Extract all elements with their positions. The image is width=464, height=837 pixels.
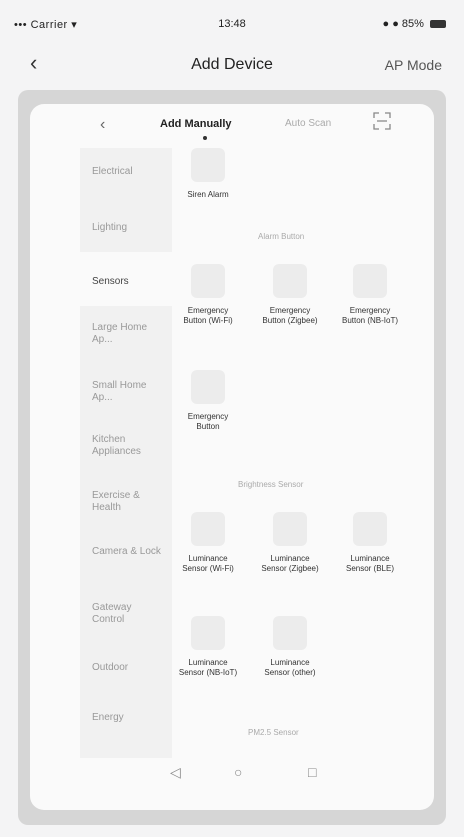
emergency-button-icon	[273, 264, 307, 298]
battery-icon	[430, 20, 446, 29]
device-luminance-sensor-ble[interactable]: Luminance Sensor (BLE)	[338, 512, 402, 574]
device-emergency-button[interactable]: Emergency Button	[176, 370, 240, 432]
device-luminance-sensor-nbiot[interactable]: Luminance Sensor (NB-IoT)	[176, 616, 240, 678]
panel-back-icon[interactable]: ‹	[100, 116, 105, 134]
tab-add-manually[interactable]: Add Manually	[160, 118, 232, 130]
ap-mode-button[interactable]: AP Mode	[385, 57, 442, 73]
nav-home-icon[interactable]: ○	[234, 764, 248, 780]
battery-label: ● ● 85%	[382, 18, 424, 30]
nav-recent-icon[interactable]: □	[308, 764, 322, 780]
emergency-button-icon	[353, 264, 387, 298]
sidebar-item-camera-lock[interactable]: Camera & Lock	[92, 546, 162, 558]
system-nav-bar: ◁ ○ □	[30, 764, 434, 792]
nav-back-icon[interactable]: ◁	[170, 764, 184, 780]
device-label: Emergency Button (NB-IoT)	[341, 306, 398, 325]
luminance-sensor-icon	[191, 512, 225, 546]
tab-auto-scan[interactable]: Auto Scan	[285, 118, 331, 129]
device-label: Emergency Button (Wi-Fi)	[183, 306, 233, 325]
device-label: Luminance Sensor (NB-IoT)	[178, 658, 238, 677]
sidebar-item-small-home-appliances[interactable]: Small Home Ap...	[92, 380, 162, 404]
device-label: Emergency Button (Zigbee)	[262, 306, 318, 325]
device-label: Luminance Sensor (Zigbee)	[261, 554, 319, 573]
emergency-button-icon	[191, 370, 225, 404]
section-title-brightness-sensor: Brightness Sensor	[238, 480, 304, 489]
sidebar-item-lighting[interactable]: Lighting	[92, 222, 172, 234]
device-label: Luminance Sensor (Wi-Fi)	[182, 554, 234, 573]
section-title-alarm-button: Alarm Button	[258, 232, 305, 241]
luminance-sensor-icon	[353, 512, 387, 546]
device-panel: ‹ Add Manually Auto Scan Electrical Ligh…	[30, 104, 434, 810]
luminance-sensor-icon	[273, 512, 307, 546]
sidebar-item-electrical[interactable]: Electrical	[92, 166, 172, 178]
nav-bar: ‹ Add Device AP Mode	[0, 44, 464, 84]
siren-alarm-icon	[191, 148, 225, 182]
luminance-sensor-icon	[191, 616, 225, 650]
scan-icon[interactable]	[373, 112, 391, 130]
sidebar-item-outdoor[interactable]: Outdoor	[92, 662, 172, 674]
device-emergency-button-wifi[interactable]: Emergency Button (Wi-Fi)	[176, 264, 240, 326]
device-label: Luminance Sensor (other)	[264, 658, 316, 677]
device-luminance-sensor-zigbee[interactable]: Luminance Sensor (Zigbee)	[258, 512, 322, 574]
device-luminance-sensor-other[interactable]: Luminance Sensor (other)	[258, 616, 322, 678]
device-siren-alarm[interactable]: Siren Alarm	[176, 148, 240, 200]
luminance-sensor-icon	[273, 616, 307, 650]
sidebar-item-gateway-control[interactable]: Gateway Control	[92, 602, 162, 626]
sidebar-item-exercise-health[interactable]: Exercise & Health	[92, 490, 162, 514]
device-luminance-sensor-wifi[interactable]: Luminance Sensor (Wi-Fi)	[176, 512, 240, 574]
battery-indicator: ● ● 85%	[383, 18, 446, 30]
device-label: Siren Alarm	[187, 190, 229, 199]
sidebar-item-large-home-appliances[interactable]: Large Home Ap...	[92, 322, 162, 346]
sidebar-item-kitchen-appliances[interactable]: Kitchen Appliances	[92, 434, 162, 458]
sidebar-item-energy[interactable]: Energy	[92, 712, 162, 724]
tab-active-indicator	[203, 136, 207, 140]
device-emergency-button-nbiot[interactable]: Emergency Button (NB-IoT)	[338, 264, 402, 326]
status-bar: ••• Carrier ▾ 13:48 ● ● 85%	[0, 0, 464, 44]
section-title-pm25-sensor: PM2.5 Sensor	[248, 728, 299, 737]
emergency-button-icon	[191, 264, 225, 298]
panel-tabs: ‹ Add Manually Auto Scan	[30, 104, 434, 148]
sidebar-item-sensors[interactable]: Sensors	[92, 276, 172, 288]
device-label: Luminance Sensor (BLE)	[345, 554, 395, 573]
device-emergency-button-zigbee[interactable]: Emergency Button (Zigbee)	[258, 264, 322, 326]
device-label: Emergency Button	[187, 412, 229, 431]
